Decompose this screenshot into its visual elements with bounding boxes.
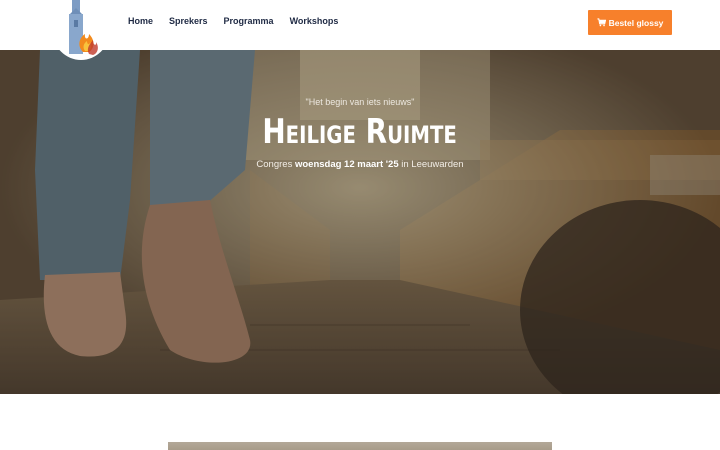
hero-title: Heilige Ruimte	[262, 112, 458, 152]
hero-text-block: "Het begin van iets nieuws" Heilige Ruim…	[0, 97, 720, 170]
order-glossy-label: Bestel glossy	[608, 17, 664, 28]
order-glossy-button[interactable]: Bestel glossy	[588, 10, 672, 35]
content-image	[168, 442, 552, 450]
main-nav: Home Sprekers Programma Workshops	[128, 16, 338, 27]
church-flame-logo-icon	[69, 0, 98, 55]
nav-sprekers[interactable]: Sprekers	[169, 16, 208, 27]
nav-programma[interactable]: Programma	[224, 16, 274, 27]
site-logo[interactable]	[53, 0, 109, 60]
cart-icon	[597, 18, 606, 27]
nav-home[interactable]: Home	[128, 16, 153, 27]
content-section	[0, 394, 720, 450]
hero-banner: "Het begin van iets nieuws" Heilige Ruim…	[0, 50, 720, 394]
subtitle-date: woensdag 12 maart '25	[294, 159, 399, 170]
subtitle-suffix: in Leeuwarden	[398, 159, 464, 170]
hero-quote: "Het begin van iets nieuws"	[305, 97, 415, 107]
hero-subtitle: Congres woensdag 12 maart '25 in Leeuwar…	[0, 159, 720, 170]
subtitle-prefix: Congres	[256, 159, 295, 170]
site-header: Home Sprekers Programma Workshops Bestel…	[0, 0, 720, 60]
nav-workshops[interactable]: Workshops	[290, 16, 339, 27]
